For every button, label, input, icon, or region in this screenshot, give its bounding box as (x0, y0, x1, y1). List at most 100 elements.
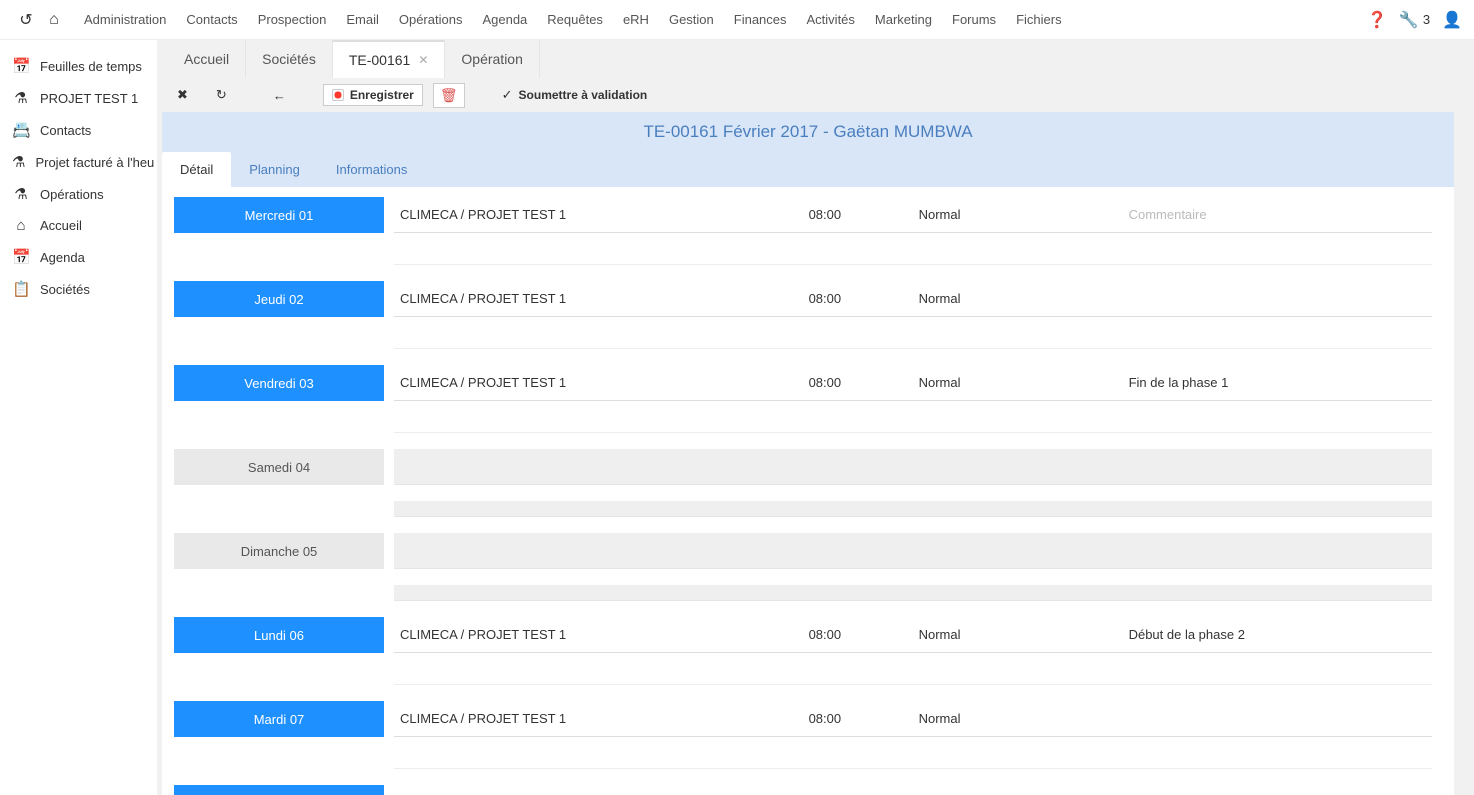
comment-cell[interactable]: Fin de la phase 1 (1123, 365, 1432, 401)
day-cell[interactable]: Dimanche 05 (174, 533, 384, 569)
time-cell[interactable]: 08:00 (803, 701, 913, 737)
project-cell[interactable]: CLIMECA / PROJET TEST 1 (394, 701, 803, 737)
day-cell[interactable]: Mardi 07 (174, 701, 384, 737)
comment-cell[interactable] (1123, 281, 1432, 317)
subtab-informations[interactable]: Informations (318, 152, 426, 187)
sidebar-item-feuilles-de-temps[interactable]: 📅Feuilles de temps (0, 50, 157, 82)
menu-gestion[interactable]: Gestion (661, 6, 722, 33)
sidebar-item-soci-t-s[interactable]: 📋Sociétés (0, 273, 157, 305)
timesheet-row: Mercredi 08 CLIMECA / PROJET TEST 108:00N… (174, 785, 1442, 795)
sidebar-item-projet-test-1[interactable]: ⚗PROJET TEST 1 (0, 82, 157, 114)
underline (1124, 585, 1432, 601)
subtab-détail[interactable]: Détail (162, 152, 231, 187)
underline (804, 333, 914, 349)
day-cell[interactable]: Mercredi 08 (174, 785, 384, 795)
menu-requ-tes[interactable]: Requêtes (539, 6, 611, 33)
home-icon: ⌂ (12, 217, 30, 234)
trash-icon: 🗑 (440, 87, 458, 103)
underline (914, 669, 1124, 685)
underline (914, 501, 1124, 517)
underline (914, 417, 1124, 433)
subtab-planning[interactable]: Planning (231, 152, 318, 187)
time-cell[interactable]: 08:00 (803, 197, 913, 233)
sidebar-item-projet-factur-l-heu[interactable]: ⚗Projet facturé à l'heu (0, 146, 157, 178)
menu-fichiers[interactable]: Fichiers (1008, 6, 1070, 33)
underline (804, 585, 914, 601)
menu-contacts[interactable]: Contacts (178, 6, 245, 33)
sidebar-item-label: Feuilles de temps (40, 59, 142, 74)
type-cell (913, 533, 1123, 569)
type-cell[interactable]: Normal (913, 365, 1123, 401)
toolbar: ✖ ↻ ← Enregistrer 🗑 ✓ Soumettre à valida… (158, 78, 1474, 112)
project-cell[interactable]: CLIMECA / PROJET TEST 1 (394, 617, 803, 653)
help-icon[interactable]: ❓ (1367, 10, 1387, 30)
time-cell[interactable]: 08:00 (803, 617, 913, 653)
sidebar-item-op-rations[interactable]: ⚗Opérations (0, 178, 157, 210)
delete-button[interactable]: 🗑 (433, 83, 465, 108)
menu-finances[interactable]: Finances (726, 6, 795, 33)
home-icon[interactable]: ⌂ (40, 11, 68, 29)
type-cell[interactable]: Normal (913, 701, 1123, 737)
type-cell[interactable]: Normal (913, 617, 1123, 653)
row-fields: CLIMECA / PROJET TEST 108:00NormalDébut … (384, 617, 1442, 653)
row-fields (384, 533, 1442, 569)
type-cell[interactable]: Normal (913, 785, 1123, 795)
history-icon[interactable]: ↺ (12, 10, 40, 30)
user-icon[interactable]: 👤 (1442, 10, 1462, 30)
underline (804, 753, 914, 769)
row-fields: CLIMECA / PROJET TEST 108:00NormalFin de… (384, 365, 1442, 401)
underline (394, 669, 804, 685)
tab-soci-t-s[interactable]: Sociétés (246, 40, 333, 78)
main: TE-00161 Février 2017 - Gaëtan MUMBWA Dé… (162, 112, 1470, 795)
project-cell[interactable]: CLIMECA / PROJET TEST 1 (394, 197, 803, 233)
comment-cell[interactable] (1123, 785, 1432, 795)
timesheet-row: Vendredi 03CLIMECA / PROJET TEST 108:00N… (174, 365, 1442, 433)
comment-cell[interactable]: Début de la phase 2 (1123, 617, 1432, 653)
tab-te-00161[interactable]: TE-00161✕ (333, 40, 446, 78)
underline (394, 333, 804, 349)
project-cell[interactable]: CLIMECA / PROJET TEST 1 (394, 785, 803, 795)
day-cell[interactable]: Mercredi 01 (174, 197, 384, 233)
sidebar-item-accueil[interactable]: ⌂Accueil (0, 210, 157, 241)
sidebar-item-agenda[interactable]: 📅Agenda (0, 241, 157, 273)
menu-erh[interactable]: eRH (615, 6, 657, 33)
menu-email[interactable]: Email (338, 6, 387, 33)
underline (914, 585, 1124, 601)
refresh-button[interactable]: ↻ (207, 83, 236, 107)
menu-op-rations[interactable]: Opérations (391, 6, 471, 33)
close-button[interactable]: ✖ (168, 83, 197, 107)
save-button[interactable]: Enregistrer (323, 84, 423, 106)
comment-cell[interactable]: Commentaire (1123, 197, 1432, 233)
top-menu: AdministrationContactsProspectionEmailOp… (76, 6, 1070, 33)
timesheet-row: Lundi 06CLIMECA / PROJET TEST 108:00Norm… (174, 617, 1442, 685)
submit-button[interactable]: ✓ Soumettre à validation (493, 83, 657, 107)
time-cell[interactable]: 08:00 (803, 785, 913, 795)
row-fields: CLIMECA / PROJET TEST 108:00Normal (384, 281, 1442, 317)
menu-agenda[interactable]: Agenda (474, 6, 535, 33)
tab-close-icon[interactable]: ✕ (418, 53, 428, 67)
sidebar-item-contacts[interactable]: 📇Contacts (0, 114, 157, 146)
menu-marketing[interactable]: Marketing (867, 6, 940, 33)
comment-cell[interactable] (1123, 701, 1432, 737)
menu-prospection[interactable]: Prospection (250, 6, 335, 33)
menu-activit-s[interactable]: Activités (799, 6, 863, 33)
day-cell[interactable]: Vendredi 03 (174, 365, 384, 401)
menu-administration[interactable]: Administration (76, 6, 174, 33)
underline (394, 753, 804, 769)
time-cell[interactable]: 08:00 (803, 365, 913, 401)
day-cell[interactable]: Lundi 06 (174, 617, 384, 653)
day-cell[interactable]: Samedi 04 (174, 449, 384, 485)
tab-accueil[interactable]: Accueil (168, 40, 246, 78)
type-cell[interactable]: Normal (913, 197, 1123, 233)
tab-op-ration[interactable]: Opération (445, 40, 539, 78)
menu-forums[interactable]: Forums (944, 6, 1004, 33)
sidebar-item-label: Projet facturé à l'heu (35, 155, 154, 170)
project-cell[interactable]: CLIMECA / PROJET TEST 1 (394, 365, 803, 401)
project-cell[interactable]: CLIMECA / PROJET TEST 1 (394, 281, 803, 317)
back-button[interactable]: ← (264, 84, 295, 107)
day-cell[interactable]: Jeudi 02 (174, 281, 384, 317)
settings-icon[interactable]: 🔧 (1399, 10, 1419, 30)
type-cell[interactable]: Normal (913, 281, 1123, 317)
scroll-area[interactable]: TE-00161 Février 2017 - Gaëtan MUMBWA Dé… (162, 112, 1470, 795)
time-cell[interactable]: 08:00 (803, 281, 913, 317)
